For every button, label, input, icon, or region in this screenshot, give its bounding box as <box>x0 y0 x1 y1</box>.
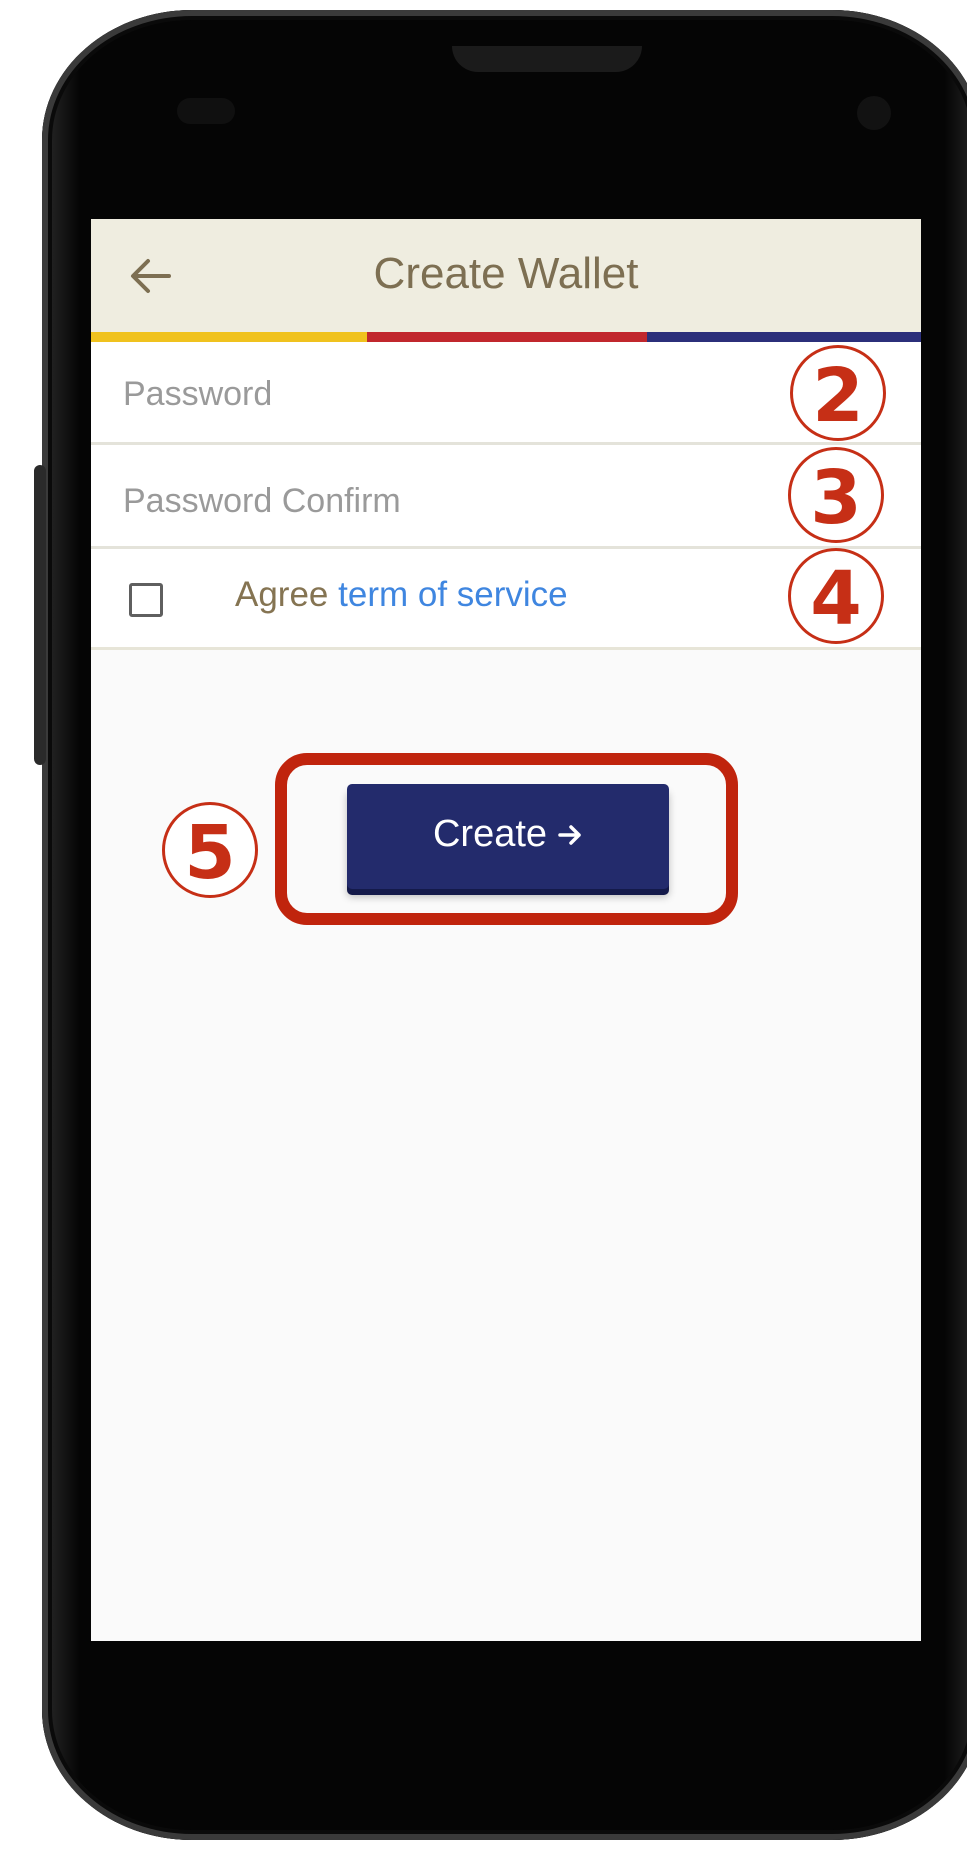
app-bar: Create Wallet <box>91 219 921 332</box>
terms-of-service-link[interactable]: term of service <box>338 575 568 614</box>
annotation-badge-3: 3 <box>788 447 884 543</box>
password-confirm-input[interactable] <box>121 477 745 525</box>
annotation-badge-5: 5 <box>162 802 258 898</box>
volume-button <box>34 465 46 765</box>
stripe-blue <box>647 332 921 342</box>
stage: Create Wallet Agree term of service Crea… <box>0 0 967 1849</box>
stripe-red <box>367 332 647 342</box>
front-camera <box>857 96 891 130</box>
page-title: Create Wallet <box>373 249 639 298</box>
app-screen: Create Wallet Agree term of service Crea… <box>91 219 921 1641</box>
proximity-sensor <box>177 98 235 124</box>
annotation-badge-4: 4 <box>788 548 884 644</box>
agree-prefix: Agree <box>235 575 329 614</box>
stripe-yellow <box>91 332 367 342</box>
earpiece <box>452 46 642 72</box>
agree-checkbox[interactable] <box>129 583 163 617</box>
agree-label: Agree term of service <box>235 575 568 615</box>
annotation-badge-2: 2 <box>790 345 886 441</box>
password-input[interactable] <box>121 370 745 418</box>
annotation-highlight-box <box>275 753 738 925</box>
